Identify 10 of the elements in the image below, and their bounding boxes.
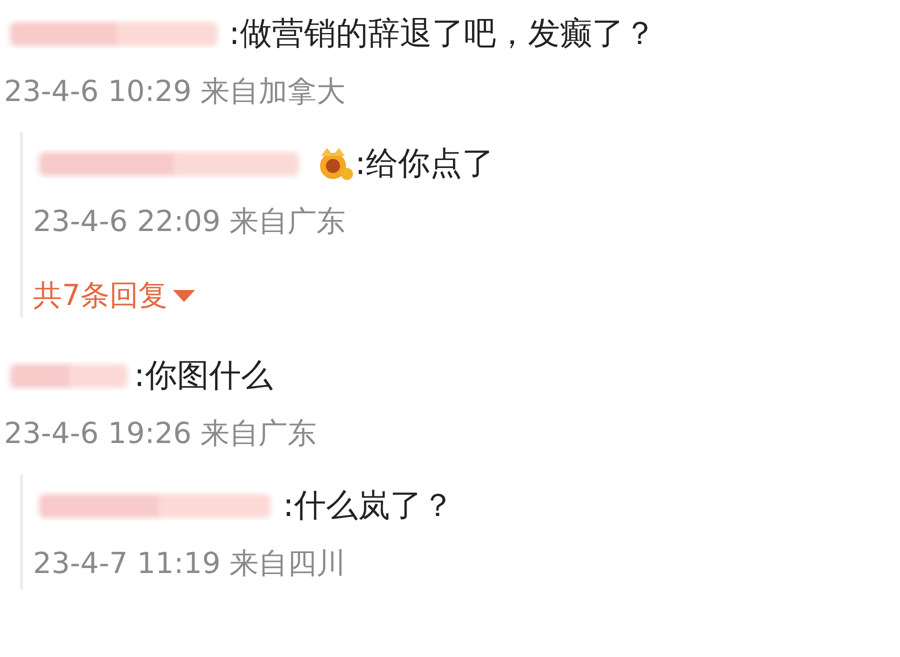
reply-text: :给你点了 [355, 143, 494, 184]
more-replies-link[interactable]: 共7条回复 [33, 274, 196, 318]
reply-time: 23-4-7 11:19 来自四川 [33, 545, 347, 582]
comment-time: 23-4-6 10:29 来自加拿大 [4, 73, 347, 110]
comment-text: :做营销的辞退了吧，发癫了？ [229, 13, 656, 54]
caret-icon [173, 290, 196, 302]
reply-text: :什么岚了？ [283, 485, 454, 526]
reply-time: 23-4-6 22:09 来自广东 [33, 203, 347, 240]
comment-text: :你图什么 [134, 355, 273, 396]
comment-time: 23-4-6 19:26 来自广东 [4, 415, 318, 452]
